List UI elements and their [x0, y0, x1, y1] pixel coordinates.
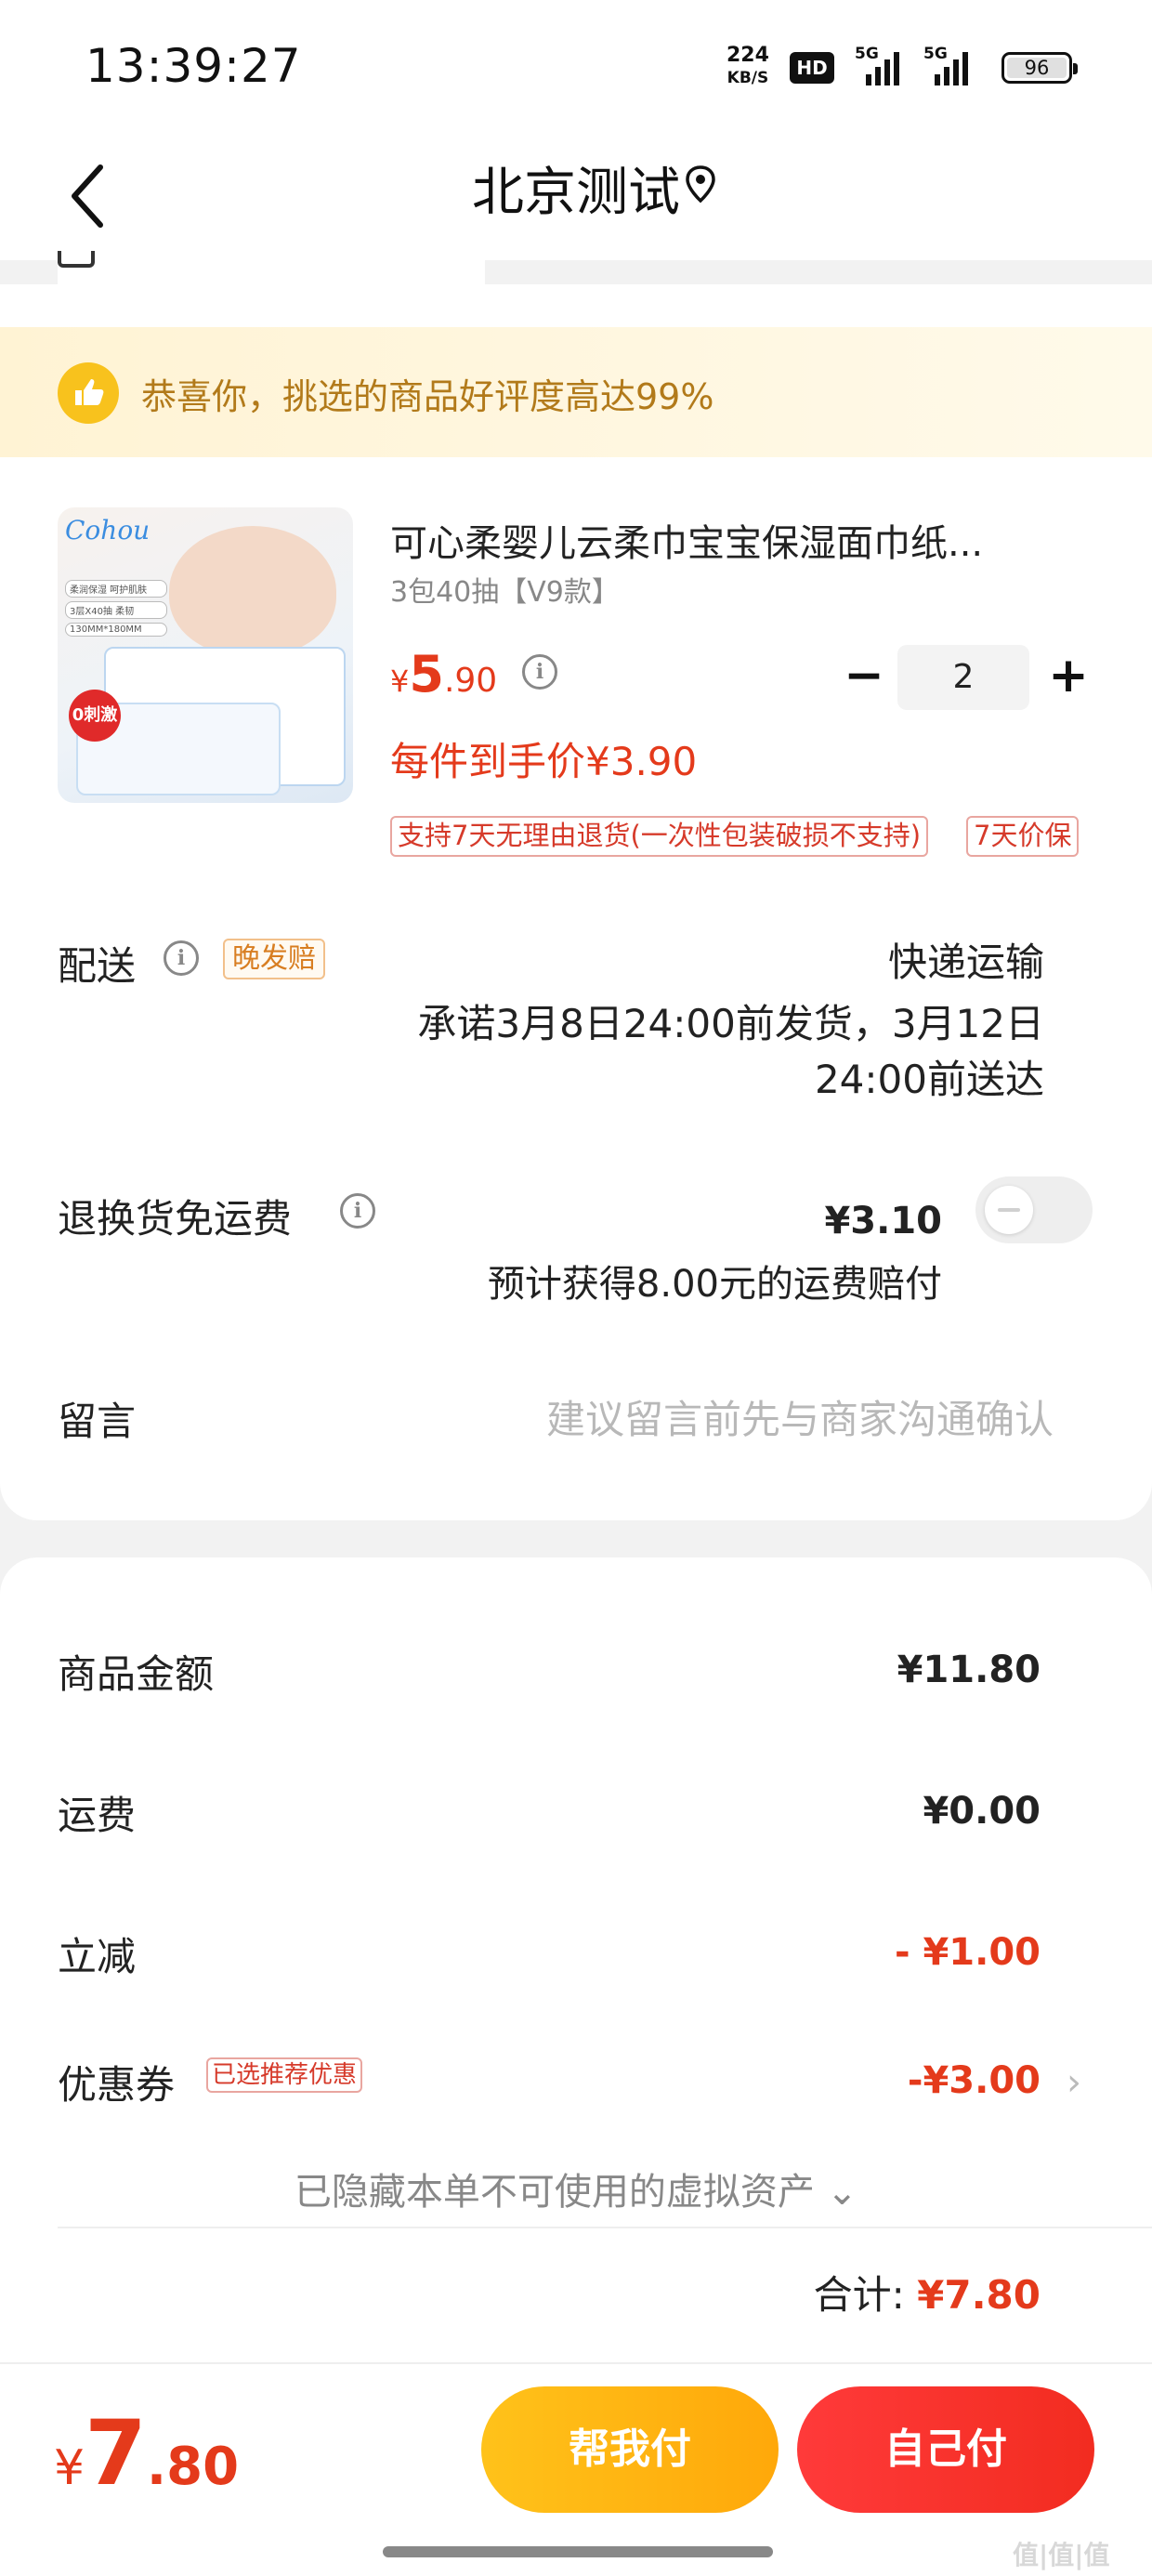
decrease-button[interactable]: − — [836, 645, 892, 710]
product-spec[interactable]: 3包40抽【V9款】 — [390, 569, 620, 610]
delivery-promise-line2: 24:00前送达 — [814, 1057, 1044, 1102]
signal-icon: 5G — [855, 45, 910, 85]
status-time: 13:39:27 — [85, 39, 302, 93]
delivery-info-icon[interactable]: i — [164, 940, 199, 976]
hd-icon: HD — [790, 52, 834, 84]
price-int: 5 — [409, 645, 444, 703]
arrival-price: 每件到手价¥3.90 — [390, 739, 698, 784]
shop-line-clipped — [58, 251, 485, 284]
price-protect-tag: 7天价保 — [966, 816, 1080, 857]
page-title: 北京测试 — [472, 163, 680, 223]
baby-illustration — [169, 526, 336, 656]
image-tag: 130MM*180MM — [65, 623, 167, 637]
delivery-label: 配送 — [58, 943, 137, 989]
return-shipping-price: ¥3.10 — [824, 1200, 942, 1242]
coupon-label[interactable]: 优惠券 — [58, 2054, 175, 2110]
delivery-promise-line1: 承诺3月8日24:00前发货，3月12日 — [417, 1001, 1044, 1046]
shipping-fee-label: 运费 — [58, 1793, 137, 1838]
checkout-price-dec: .80 — [146, 2437, 240, 2497]
late-delivery-tag[interactable]: 晚发赔 — [223, 939, 325, 979]
status-bar: 13:39:27 224 KB/S HD 5G 5G 96 — [0, 0, 1152, 130]
subtotal-label: 商品金额 — [58, 1651, 215, 1697]
quantity-stepper: − 2 + — [836, 645, 1096, 710]
return-shipping-info-icon[interactable]: i — [340, 1193, 375, 1229]
location-pin-icon[interactable] — [684, 164, 717, 204]
network-speed: 224 KB/S — [727, 45, 769, 89]
delivery-method[interactable]: 快递运输 — [888, 935, 1044, 991]
product-image[interactable]: Cohou 柔润保湿 呵护肌肤 3层X40抽 柔韧 130MM*180MM 0刺… — [58, 507, 353, 803]
checkout-bar: ¥7.80 帮我付 自己付 — [0, 2362, 1152, 2576]
network-speed-unit: KB/S — [727, 69, 769, 87]
price-dec: .90 — [443, 662, 498, 700]
subtotal-value: ¥11.80 — [897, 1649, 1041, 1691]
total-value: ¥7.80 — [917, 2272, 1041, 2318]
image-tag: 3层X40抽 柔韧 — [65, 601, 167, 619]
rating-banner-text: 恭喜你，挑选的商品好评度高达99% — [141, 376, 714, 417]
order-total: 合计: ¥7.80 — [814, 2264, 1041, 2320]
thumbs-up-icon — [58, 362, 119, 424]
network-speed-value: 224 — [727, 44, 769, 67]
return-policy-tag: 支持7天无理由退货(一次性包装破损不支持) — [390, 816, 929, 857]
product-name[interactable]: 可心柔婴儿云柔巾宝宝保湿面巾纸... — [390, 513, 1068, 567]
checkout-price-int: 7 — [85, 2401, 147, 2505]
coupon-value[interactable]: -¥3.00 — [908, 2059, 1041, 2102]
battery-icon: 96 — [1001, 52, 1078, 84]
battery-level: 96 — [1024, 57, 1050, 79]
return-shipping-label: 退换货免运费 — [58, 1196, 293, 1242]
checkout-price: ¥7.80 — [54, 2401, 239, 2505]
increase-button[interactable]: + — [1041, 645, 1096, 710]
product-price: ¥5.90 — [390, 645, 497, 703]
quantity-input[interactable]: 2 — [897, 645, 1029, 710]
hidden-assets-toggle[interactable]: 已隐藏本单不可使用的虚拟资产 ⌄ — [0, 2162, 1152, 2215]
message-input[interactable]: 建议留言前先与商家沟通确认 — [546, 1388, 1054, 1445]
checkout-currency: ¥ — [54, 2440, 85, 2496]
home-indicator[interactable] — [383, 2546, 773, 2557]
brand-logo: Cohou — [65, 515, 151, 545]
instant-discount-value: - ¥1.00 — [894, 1931, 1041, 1974]
signal-icon-2: 5G — [923, 45, 979, 85]
total-label: 合计: — [813, 2272, 905, 2318]
watermark: 值|值|值 — [1013, 2540, 1110, 2570]
return-shipping-note: 预计获得8.00元的运费赔付 — [487, 1263, 942, 1306]
zero-irritation-badge: 0刺激 — [69, 690, 121, 742]
price-currency: ¥ — [390, 664, 410, 699]
divider — [58, 2227, 1152, 2228]
price-info-icon[interactable]: i — [522, 654, 557, 690]
order-card: 恭喜你，挑选的商品好评度高达99% Cohou 柔润保湿 呵护肌肤 3层X40抽… — [0, 284, 1152, 1520]
return-shipping-toggle[interactable] — [975, 1176, 1093, 1243]
image-tag: 柔润保湿 呵护肌肤 — [65, 580, 167, 598]
shipping-fee-value: ¥0.00 — [923, 1790, 1041, 1833]
coupon-recommended-tag: 已选推荐优惠 — [206, 2057, 363, 2093]
help-me-pay-button[interactable]: 帮我付 — [481, 2386, 779, 2513]
pay-myself-button[interactable]: 自己付 — [797, 2386, 1094, 2513]
instant-discount-label: 立减 — [58, 1934, 137, 1979]
product-image-tags: 柔润保湿 呵护肌肤 3层X40抽 柔韧 130MM*180MM — [65, 580, 167, 640]
nav-bar: 北京测试 — [0, 130, 1152, 260]
chevron-right-icon[interactable]: › — [1067, 2061, 1081, 2104]
message-label: 留言 — [58, 1399, 137, 1444]
rating-banner: 恭喜你，挑选的商品好评度高达99% — [0, 327, 1152, 457]
shop-icon — [58, 251, 95, 268]
